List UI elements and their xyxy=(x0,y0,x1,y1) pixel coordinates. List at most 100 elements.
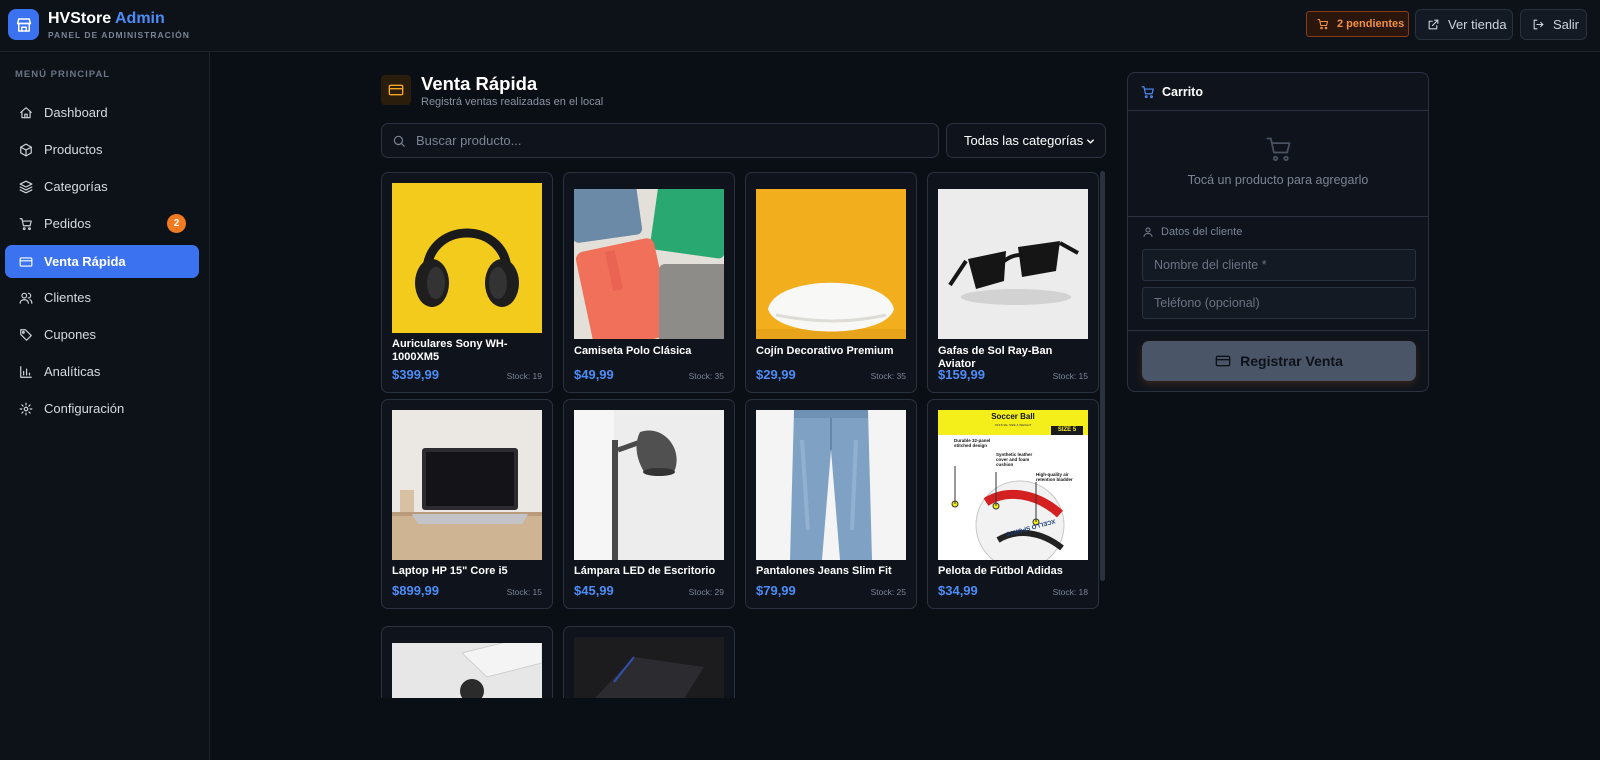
pending-label: 2 pendientes xyxy=(1337,18,1405,30)
product-price: $159,99 xyxy=(938,367,985,382)
pending-orders-badge[interactable]: 2 pendientes xyxy=(1306,11,1409,37)
cart-icon xyxy=(1317,18,1329,30)
product-grid: Auriculares Sony WH-1000XM5 $399,99 Stoc… xyxy=(381,170,1101,698)
product-price: $79,99 xyxy=(756,583,796,598)
register-sale-button[interactable]: Registrar Venta xyxy=(1142,341,1416,381)
ball-image-feature: High-quality air retention bladder xyxy=(1036,472,1073,482)
sidebar-item-productos[interactable]: Productos xyxy=(5,133,199,166)
client-name-field[interactable] xyxy=(1142,249,1416,281)
product-price: $399,99 xyxy=(392,367,439,382)
brand-title: HVStore Admin xyxy=(48,10,165,27)
category-select-value: Todas las categorías xyxy=(964,133,1084,148)
product-name: Laptop HP 15" Core i5 xyxy=(392,565,508,577)
sidebar-item-categorias[interactable]: Categorías xyxy=(5,170,199,203)
client-name-input[interactable] xyxy=(1154,250,1404,280)
product-image-sunglasses xyxy=(938,189,1088,339)
logout-icon xyxy=(1533,19,1544,30)
divider xyxy=(1128,330,1428,331)
product-card[interactable]: Cojín Decorativo Premium $29,99 Stock: 3… xyxy=(745,172,917,393)
brand: HVStore Admin PANEL DE ADMINISTRACIÓN xyxy=(48,10,190,40)
product-image-pillow xyxy=(756,189,906,339)
credit-card-icon xyxy=(381,75,411,105)
sidebar-item-configuracion[interactable]: Configuración xyxy=(5,392,199,425)
product-image-polo-shirts xyxy=(574,189,724,339)
product-image-jeans xyxy=(756,410,906,560)
product-stock: Stock: 35 xyxy=(688,371,724,381)
product-search[interactable] xyxy=(381,123,939,158)
product-image-headphones xyxy=(392,183,542,333)
sidebar-item-label: Pedidos xyxy=(44,216,91,231)
product-price: $34,99 xyxy=(938,583,978,598)
sidebar-item-analiticas[interactable]: Analíticas xyxy=(5,355,199,388)
sidebar-item-label: Categorías xyxy=(44,179,108,194)
product-name: Camiseta Polo Clásica xyxy=(574,345,692,357)
view-store-button[interactable]: Ver tienda xyxy=(1415,9,1513,40)
sidebar-item-venta-rapida[interactable]: Venta Rápida xyxy=(5,245,199,278)
product-image-partial xyxy=(392,643,542,698)
category-select[interactable]: Todas las categorías xyxy=(946,123,1106,158)
sidebar-item-label: Dashboard xyxy=(44,105,108,120)
product-price: $29,99 xyxy=(756,367,796,382)
product-image-laptop xyxy=(392,410,542,560)
sidebar-item-label: Cupones xyxy=(44,327,97,342)
product-image-partial xyxy=(574,637,724,698)
product-card[interactable]: Soccer Ball OFFICIAL SIZE & WEIGHT SIZE … xyxy=(927,399,1099,609)
cart-icon xyxy=(19,217,32,230)
cart-header: Carrito xyxy=(1128,73,1428,111)
cart-title: Carrito xyxy=(1162,84,1203,99)
product-name: Pelota de Fútbol Adidas xyxy=(938,565,1063,577)
search-input[interactable] xyxy=(416,133,916,148)
product-card[interactable] xyxy=(563,626,735,698)
sidebar-item-cupones[interactable]: Cupones xyxy=(5,318,199,351)
sidebar-item-label: Configuración xyxy=(44,401,125,416)
gear-icon xyxy=(19,402,33,415)
product-image-soccer-ball: Soccer Ball OFFICIAL SIZE & WEIGHT SIZE … xyxy=(938,410,1088,560)
cart-empty-message: Tocá un producto para agregarlo xyxy=(1187,173,1369,187)
sidebar-item-label: Clientes xyxy=(44,290,91,305)
product-stock: Stock: 19 xyxy=(506,371,542,381)
product-card[interactable] xyxy=(381,626,553,698)
brand-subtitle: PANEL DE ADMINISTRACIÓN xyxy=(48,30,190,40)
sidebar-item-pedidos[interactable]: Pedidos 2 xyxy=(5,207,199,240)
product-card[interactable]: Pantalones Jeans Slim Fit $79,99 Stock: … xyxy=(745,399,917,609)
logout-label: Salir xyxy=(1553,17,1580,32)
ball-image-feature: Durable 32-panel stitched design xyxy=(954,438,991,448)
product-card[interactable]: Gafas de Sol Ray-Ban Aviator $159,99 Sto… xyxy=(927,172,1099,393)
grid-scrollbar[interactable] xyxy=(1100,171,1105,581)
sidebar-item-label: Analíticas xyxy=(44,364,101,379)
client-phone-field[interactable] xyxy=(1142,287,1416,319)
product-price: $899,99 xyxy=(392,583,439,598)
product-stock: Stock: 29 xyxy=(688,587,724,597)
cart-panel: Carrito Tocá un producto para agregarlo … xyxy=(1127,72,1429,392)
user-icon xyxy=(1143,227,1153,237)
divider xyxy=(1128,216,1428,217)
client-phone-input[interactable] xyxy=(1154,288,1404,318)
product-card[interactable]: Camiseta Polo Clásica $49,99 Stock: 35 xyxy=(563,172,735,393)
product-stock: Stock: 18 xyxy=(1052,587,1088,597)
product-card[interactable]: Laptop HP 15" Core i5 $899,99 Stock: 15 xyxy=(381,399,553,609)
product-name: Lámpara LED de Escritorio xyxy=(574,565,716,577)
register-sale-label: Registrar Venta xyxy=(1240,353,1343,369)
product-card[interactable]: Auriculares Sony WH-1000XM5 $399,99 Stoc… xyxy=(381,172,553,393)
product-card[interactable]: Lámpara LED de Escritorio $45,99 Stock: … xyxy=(563,399,735,609)
product-name: Pantalones Jeans Slim Fit xyxy=(756,565,892,577)
users-icon xyxy=(19,292,33,304)
store-logo-icon xyxy=(8,9,39,40)
ball-image-size: SIZE 5 xyxy=(1057,427,1077,433)
sidebar-item-label: Productos xyxy=(44,142,103,157)
sidebar-item-label: Venta Rápida xyxy=(44,254,126,269)
credit-card-icon xyxy=(19,256,33,267)
client-section-label: Datos del cliente xyxy=(1142,226,1242,238)
product-image-lamp xyxy=(574,410,724,560)
product-stock: Stock: 35 xyxy=(870,371,906,381)
logout-button[interactable]: Salir xyxy=(1520,9,1587,40)
layers-icon xyxy=(19,180,33,193)
sidebar-item-clientes[interactable]: Clientes xyxy=(5,281,199,314)
product-name: Auriculares Sony WH-1000XM5 xyxy=(392,338,508,363)
page-title: Venta Rápida xyxy=(421,73,538,94)
empty-cart-icon xyxy=(1266,137,1291,161)
package-icon xyxy=(20,143,32,156)
external-link-icon xyxy=(1428,19,1439,30)
sidebar-item-dashboard[interactable]: Dashboard xyxy=(5,96,199,129)
view-store-label: Ver tienda xyxy=(1448,17,1507,32)
